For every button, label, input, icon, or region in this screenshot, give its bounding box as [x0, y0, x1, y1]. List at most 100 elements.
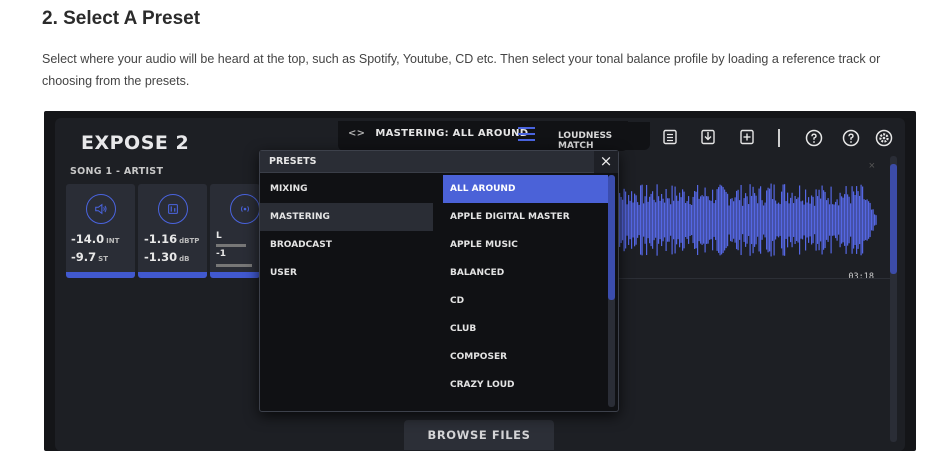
waveform-bar: [802, 200, 804, 240]
waveform-bar: [742, 205, 744, 235]
waveform-bar: [718, 187, 720, 253]
category-mixing[interactable]: MIXING: [260, 175, 433, 203]
waveform-bar: [671, 185, 673, 255]
waveform-bar: [790, 197, 792, 243]
preset-item[interactable]: ALL AROUND: [443, 175, 608, 203]
waveform-bar: [866, 199, 868, 241]
preset-item[interactable]: CLUB: [443, 315, 608, 343]
category-mastering[interactable]: MASTERING: [260, 203, 433, 231]
waveform-bar: [625, 191, 627, 249]
waveform-bar: [691, 204, 693, 236]
preset-item[interactable]: APPLE DIGITAL MASTER: [443, 203, 608, 231]
waveform-bar: [677, 200, 679, 240]
category-broadcast[interactable]: BROADCAST: [260, 231, 433, 259]
category-list: MIXING MASTERING BROADCAST USER: [260, 175, 433, 287]
loudness-match-tab[interactable]: LOUDNESS MATCH: [548, 122, 650, 151]
add-icon[interactable]: [739, 129, 755, 145]
waveform-bar: [665, 188, 667, 252]
meter-bar: [210, 272, 260, 278]
help-icon[interactable]: [805, 129, 823, 147]
waveform-bar: [646, 184, 648, 256]
waveform-bar: [763, 205, 765, 235]
list-icon[interactable]: [662, 129, 678, 145]
waveform-bar: [845, 186, 847, 254]
waveform-bar: [865, 200, 867, 240]
preset-selector[interactable]: <> MASTERING: ALL AROUND: [348, 128, 528, 139]
waveform-bar: [809, 203, 811, 237]
waveform-bar: [806, 202, 808, 238]
stereo-meter-card[interactable]: L -1: [210, 184, 260, 278]
preset-item[interactable]: CD: [443, 287, 608, 315]
integrated-loudness-value: -14.0 INT: [71, 232, 120, 246]
waveform-bar: [805, 189, 807, 251]
waveform-bar: [773, 184, 775, 256]
waveform-bar: [835, 201, 837, 239]
stereo-bar: [216, 264, 252, 267]
gear-icon[interactable]: [875, 129, 893, 147]
waveform-bar: [853, 191, 855, 249]
stereo-l-label: L: [216, 231, 222, 241]
waveform-bar: [622, 199, 624, 241]
speaker-icon: [86, 194, 116, 224]
waveform-bar: [833, 204, 835, 236]
preset-item[interactable]: BALANCED: [443, 259, 608, 287]
waveform-bar: [754, 193, 756, 247]
waveform-bar: [649, 196, 651, 244]
waveform-bar: [757, 203, 759, 237]
waveform-bar: [650, 193, 652, 247]
waveform-bar: [751, 195, 753, 245]
loudness-meter-card[interactable]: -14.0 INT -9.7 ST: [66, 184, 135, 278]
waveform-bar: [781, 191, 783, 249]
waveform-bar: [703, 196, 705, 244]
waveform-bar: [758, 188, 760, 252]
waveform-bar: [724, 189, 726, 251]
waveform-panel[interactable]: × 03:18: [607, 158, 893, 286]
preset-item[interactable]: COMPOSER: [443, 343, 608, 371]
waveform-bar: [728, 205, 730, 235]
scrollbar[interactable]: [890, 156, 897, 442]
waveform-bar: [832, 204, 834, 236]
mastering-label: MASTERING: ALL AROUND: [375, 128, 529, 139]
hamburger-menu-icon[interactable]: [518, 127, 535, 141]
song-title: SONG 1 - ARTIST: [70, 166, 164, 177]
waveform-bar: [682, 189, 684, 251]
meter-bar: [138, 272, 207, 278]
waveform-bar: [829, 204, 831, 236]
article-body: Select where your audio will be heard at…: [42, 52, 881, 88]
waveform-bar: [623, 188, 625, 252]
waveform-bar: [688, 196, 690, 244]
gain-value: -1.30 dB: [144, 250, 190, 264]
waveform-bar: [830, 186, 832, 254]
question-icon[interactable]: [842, 129, 860, 147]
waveform-bar: [674, 186, 676, 254]
waveform-bar: [631, 191, 633, 249]
true-peak-meter-card[interactable]: -1.16 dBTP -1.30 dB: [138, 184, 207, 278]
waveform-bar: [766, 190, 768, 250]
waveform-bar: [707, 196, 709, 244]
waveform-bar: [824, 191, 826, 249]
preset-item[interactable]: CRAZY LOUD: [443, 371, 608, 399]
waveform-bar: [638, 204, 640, 236]
close-icon[interactable]: ×: [594, 151, 618, 173]
category-user[interactable]: USER: [260, 259, 433, 287]
waveform-bar: [722, 187, 724, 253]
preset-item[interactable]: APPLE MUSIC: [443, 231, 608, 259]
waveform-bar: [859, 195, 861, 245]
waveform-bar: [740, 184, 742, 256]
download-icon[interactable]: [700, 129, 716, 145]
stereo-bar: [216, 244, 246, 247]
waveform-bar: [838, 205, 840, 235]
browse-files-button[interactable]: BROWSE FILES: [404, 420, 554, 450]
preset-scrollbar-thumb[interactable]: [608, 175, 615, 300]
waveform-bar: [769, 188, 771, 252]
waveform-bar: [875, 215, 877, 225]
scrollbar-thumb[interactable]: [890, 164, 897, 274]
chevron-left-right-icon[interactable]: <>: [348, 128, 365, 139]
close-icon[interactable]: ×: [869, 160, 875, 172]
waveform-bar: [739, 200, 741, 240]
waveform-bar: [641, 184, 643, 256]
waveform-bar: [736, 190, 738, 250]
preset-scrollbar[interactable]: [608, 175, 615, 407]
waveform-bar: [680, 197, 682, 243]
waveform-bar: [778, 202, 780, 238]
